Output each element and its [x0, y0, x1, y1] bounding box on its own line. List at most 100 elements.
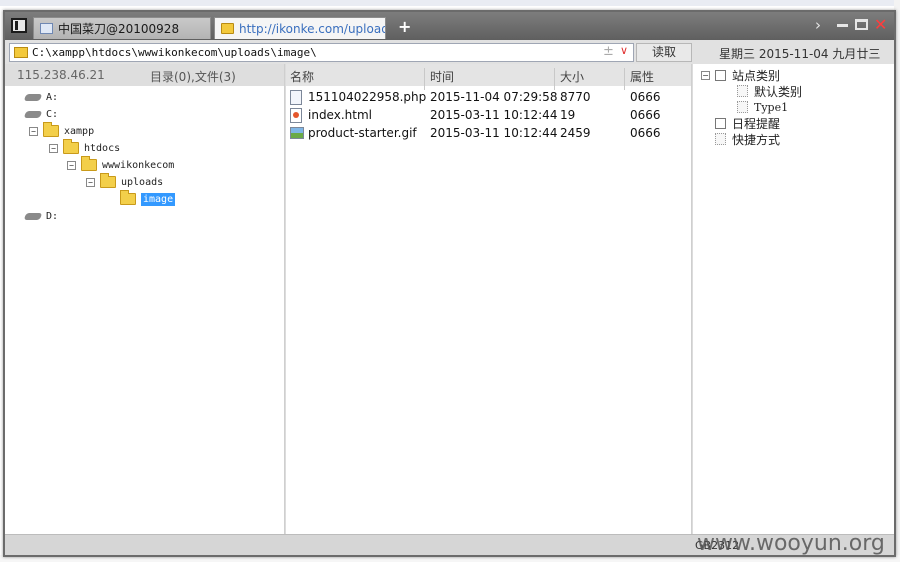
tree-label: htdocs — [84, 142, 121, 154]
tree-item-type1[interactable]: Type1 — [737, 99, 788, 115]
file-name: 151104022958.php — [308, 90, 427, 104]
collapse-icon[interactable]: − — [29, 126, 38, 136]
read-button[interactable]: 读取 — [636, 43, 692, 62]
file-size: 2459 — [560, 126, 591, 140]
tree-label: A: — [46, 91, 59, 103]
sidebar-toggle-icon[interactable] — [11, 18, 27, 33]
column-attr[interactable]: 属性 — [630, 68, 654, 85]
tab-home[interactable]: 中国菜刀@20100928 — [33, 17, 211, 39]
folder-icon — [221, 23, 234, 34]
tree-item-xampp[interactable]: − xampp — [29, 122, 95, 139]
file-list-header: 名称 时间 大小 属性 — [286, 64, 691, 90]
tree-item-shortcuts[interactable]: 快捷方式 — [715, 131, 780, 147]
file-size: 19 — [560, 108, 576, 122]
path-text: C:\xampp\htdocs\wwwikonkecom\uploads\ima… — [32, 46, 317, 59]
file-row[interactable]: 151104022958.php 2015-11-04 07:29:58 877… — [286, 88, 690, 106]
tree-item-site-categories[interactable]: − 站点类别 — [701, 67, 780, 83]
chopper-window: 中国菜刀@20100928 http://ikonke.com/uploads/… — [3, 10, 896, 557]
file-time: 2015-03-11 10:12:44 — [430, 126, 558, 140]
tab-label: http://ikonke.com/uploads/i... — [239, 21, 385, 36]
folder-icon — [43, 122, 59, 137]
column-size[interactable]: 大小 — [560, 68, 584, 85]
category-icon — [715, 69, 726, 81]
watermark-text: www.wooyun.org — [697, 531, 885, 556]
column-separator[interactable] — [624, 68, 625, 90]
hand-icon — [715, 133, 726, 145]
minimize-icon[interactable] — [837, 24, 848, 27]
folder-icon — [81, 156, 97, 171]
tab-file-manager[interactable]: http://ikonke.com/uploads/i... — [214, 17, 386, 39]
file-name: product-starter.gif — [308, 126, 417, 140]
tree-item-default-category[interactable]: 默认类别 — [737, 83, 802, 99]
plus-minus-icon[interactable]: ± — [603, 44, 614, 59]
tree-label: 默认类别 — [754, 84, 803, 99]
date-display: 星期三 2015-11-04 九月廿三 — [719, 47, 881, 61]
php-file-icon — [290, 90, 302, 105]
tree-label: image — [141, 192, 176, 206]
file-row[interactable]: index.html 2015-03-11 10:12:44 19 0666 — [286, 106, 690, 124]
dir-file-counts: 目录(0),文件(3) — [150, 70, 236, 84]
tree-label: D: — [46, 210, 59, 222]
path-input[interactable]: C:\xampp\htdocs\wwwikonkecom\uploads\ima… — [9, 43, 634, 62]
tree-item-drive-d[interactable]: D: — [23, 208, 59, 224]
tree-item-wwwikonkecom[interactable]: − wwwikonkecom — [67, 156, 175, 173]
drive-icon — [23, 93, 43, 101]
image-file-icon — [290, 127, 304, 139]
collapse-icon[interactable]: − — [86, 177, 95, 187]
page-icon — [40, 23, 53, 34]
folder-icon — [63, 139, 79, 154]
open-folder-icon — [120, 190, 136, 205]
folder-icon — [14, 47, 28, 58]
collapse-icon[interactable]: − — [49, 143, 58, 153]
close-icon[interactable]: ✕ — [874, 16, 887, 34]
new-tab-button[interactable]: + — [398, 17, 411, 36]
column-name[interactable]: 名称 — [290, 68, 314, 85]
column-separator[interactable] — [554, 68, 555, 90]
folder-icon — [100, 173, 116, 188]
clock-icon — [715, 117, 726, 129]
file-attr: 0666 — [630, 126, 661, 140]
site-category-pane: − 站点类别 默认类别 Type1 日程提醒 快捷方式 — [693, 64, 894, 534]
file-attr: 0666 — [630, 90, 661, 104]
column-time[interactable]: 时间 — [430, 68, 454, 85]
category-leaf-icon — [737, 101, 748, 113]
tree-item-drive-a[interactable]: A: — [23, 89, 59, 105]
tree-label: Type1 — [754, 100, 789, 114]
collapse-icon[interactable]: − — [701, 70, 710, 80]
tree-label: 快捷方式 — [732, 132, 781, 147]
tree-item-htdocs[interactable]: − htdocs — [49, 139, 121, 156]
title-bar: 中国菜刀@20100928 http://ikonke.com/uploads/… — [5, 12, 894, 40]
column-separator[interactable] — [424, 68, 425, 90]
address-bar: C:\xampp\htdocs\wwwikonkecom\uploads\ima… — [5, 40, 894, 64]
tree-label: C: — [46, 108, 59, 120]
collapse-icon[interactable]: − — [67, 160, 76, 170]
tree-item-uploads[interactable]: − uploads — [86, 173, 164, 190]
chevron-right-icon[interactable]: › — [815, 16, 821, 34]
html-file-icon — [290, 108, 302, 123]
chevron-down-icon[interactable]: ∨ — [620, 44, 628, 57]
maximize-icon[interactable] — [855, 19, 868, 30]
file-list-pane: 名称 时间 大小 属性 151104022958.php 2015-11-04 … — [286, 64, 692, 534]
file-name: index.html — [308, 108, 372, 122]
server-ip: 115.238.46.21 — [17, 68, 105, 82]
file-row[interactable]: product-starter.gif 2015-03-11 10:12:44 … — [286, 124, 690, 142]
tree-header: 115.238.46.21 目录(0),文件(3) — [5, 64, 284, 86]
drive-icon — [23, 110, 43, 118]
tab-label: 中国菜刀@20100928 — [58, 22, 180, 36]
file-size: 8770 — [560, 90, 591, 104]
tree-item-drive-c[interactable]: C: — [23, 106, 59, 122]
tree-item-schedule[interactable]: 日程提醒 — [715, 115, 780, 131]
tree-item-image[interactable]: image — [120, 190, 176, 207]
file-attr: 0666 — [630, 108, 661, 122]
tree-label: wwwikonkecom — [102, 159, 175, 171]
directory-tree-pane: 115.238.46.21 目录(0),文件(3) A: C: − xampp … — [5, 64, 285, 534]
tree-label: xampp — [64, 125, 95, 137]
tree-label: 站点类别 — [732, 68, 781, 83]
drive-icon — [23, 212, 43, 220]
category-leaf-icon — [737, 85, 748, 97]
file-time: 2015-03-11 10:12:44 — [430, 108, 558, 122]
tree-label: 日程提醒 — [732, 116, 781, 131]
tree-label: uploads — [121, 176, 164, 188]
file-time: 2015-11-04 07:29:58 — [430, 90, 558, 104]
background-strip-top — [0, 0, 900, 6]
